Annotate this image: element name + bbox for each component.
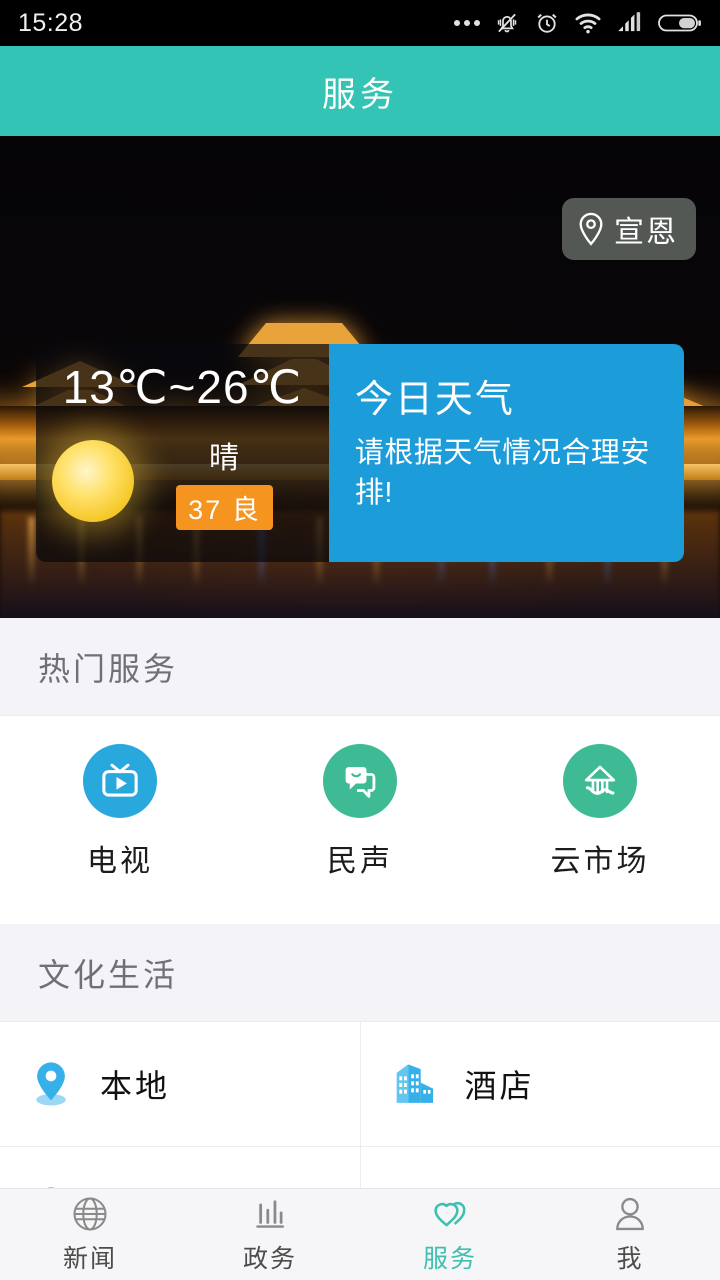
hot-services-list: 电视 民声 云市场 xyxy=(0,716,720,924)
section-title: 热门服务 xyxy=(38,650,179,687)
tab-government[interactable]: 政务 xyxy=(180,1189,360,1280)
location-pin-icon xyxy=(579,212,603,246)
weather-panel-title: 今日天气 xyxy=(354,379,515,421)
alarm-clock-icon xyxy=(537,13,557,33)
grid-item-label: 本地 xyxy=(100,1068,171,1104)
bottom-tab-bar: 新闻 政务 服务 我 xyxy=(0,1188,720,1280)
chat-bubble-icon xyxy=(323,744,397,818)
tab-news[interactable]: 新闻 xyxy=(0,1189,180,1280)
service-label: 民声 xyxy=(327,845,393,878)
status-time: 15:28 xyxy=(18,8,84,37)
buildings-icon xyxy=(396,1064,433,1103)
weather-condition: 晴 xyxy=(208,441,240,475)
location-pin-icon xyxy=(36,1062,66,1106)
weather-tip-panel: 今日天气 请根据天气情况合理安排! xyxy=(328,344,684,562)
hero-banner[interactable]: 宣恩 13℃~26℃ 晴 37 良 今日天气 请根据天气情况合理安排! xyxy=(0,136,720,618)
location-name: 宣恩 xyxy=(614,216,678,249)
status-bar: 15:28 xyxy=(0,0,720,46)
tab-services[interactable]: 服务 xyxy=(360,1189,540,1280)
tab-label: 我 xyxy=(616,1244,644,1273)
grid-item-hotel[interactable]: 酒店 xyxy=(359,1022,720,1146)
location-pill[interactable]: 宣恩 xyxy=(562,198,696,260)
service-item-voice[interactable]: 民声 xyxy=(240,744,480,880)
tv-play-icon xyxy=(83,744,157,818)
globe-icon xyxy=(73,1196,107,1231)
grid-row: 本地 酒店 xyxy=(0,1022,720,1147)
battery-icon xyxy=(658,14,701,32)
service-label: 云市场 xyxy=(550,845,650,878)
wifi-icon xyxy=(575,13,601,34)
double-heart-icon xyxy=(434,1201,466,1226)
aqi-badge: 37 良 xyxy=(176,484,273,530)
tab-profile[interactable]: 我 xyxy=(540,1189,720,1280)
tab-label: 政务 xyxy=(242,1244,297,1273)
page-header: 服务 xyxy=(0,46,720,136)
weather-card[interactable]: 13℃~26℃ 晴 37 良 今日天气 请根据天气情况合理安排! xyxy=(36,344,684,562)
more-dots-icon xyxy=(454,20,480,26)
service-item-cloud-market[interactable]: 云市场 xyxy=(480,744,720,880)
section-header-culture-life: 文化生活 xyxy=(0,924,720,1022)
page-title: 服务 xyxy=(322,75,398,114)
silent-bell-icon xyxy=(497,13,517,33)
person-icon xyxy=(616,1197,644,1230)
grid-item-local[interactable]: 本地 xyxy=(0,1022,360,1146)
temperature-range: 13℃~26℃ xyxy=(62,361,303,413)
weather-panel-desc: 请根据天气情况合理安排! xyxy=(354,437,650,510)
bar-chart-icon xyxy=(256,1199,285,1228)
tab-label: 服务 xyxy=(422,1244,477,1273)
signal-bars-icon xyxy=(618,12,641,32)
section-title: 文化生活 xyxy=(38,956,179,993)
service-item-tv[interactable]: 电视 xyxy=(0,744,240,880)
service-label: 电视 xyxy=(87,845,153,878)
sun-icon xyxy=(52,440,134,522)
section-header-hot-services: 热门服务 xyxy=(0,618,720,716)
cloud-market-icon xyxy=(563,744,637,818)
weather-summary: 13℃~26℃ 晴 37 良 xyxy=(36,344,329,562)
tab-label: 新闻 xyxy=(62,1244,117,1273)
grid-item-label: 酒店 xyxy=(464,1068,535,1104)
status-icons xyxy=(454,10,702,36)
